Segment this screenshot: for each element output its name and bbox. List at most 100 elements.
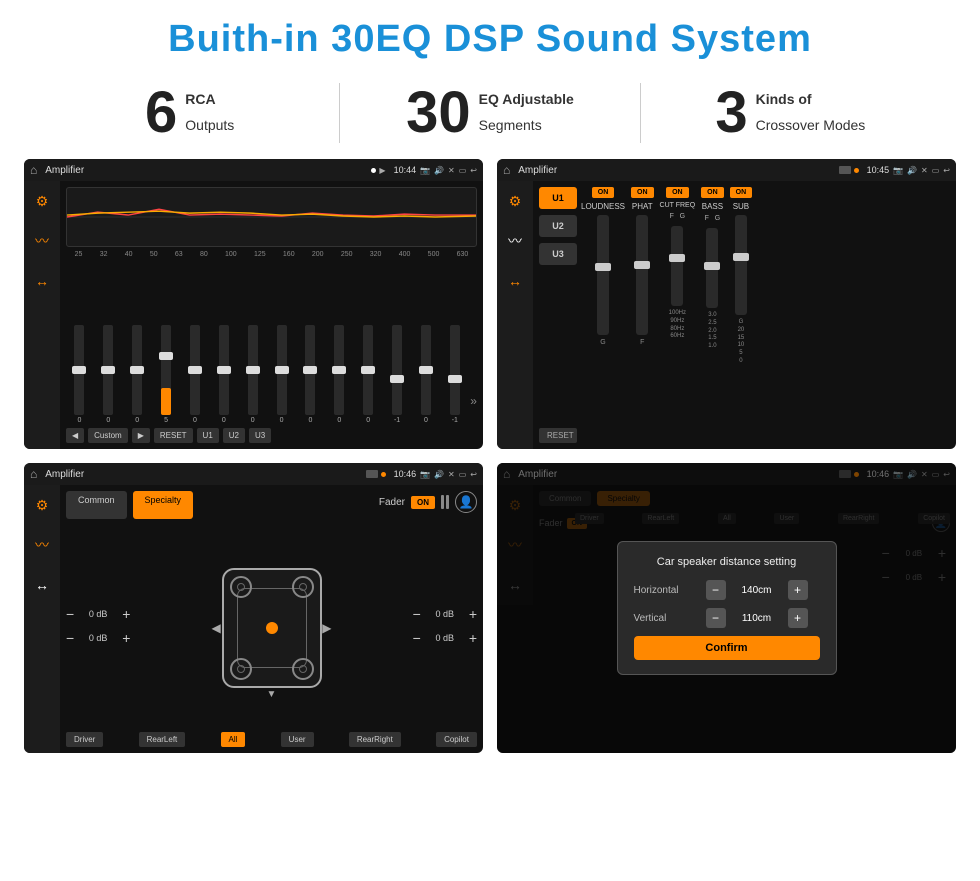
fader-nav-icon-1[interactable]: ⚙ xyxy=(30,493,54,517)
xo-on-phat[interactable]: ON xyxy=(631,187,654,198)
fader-on-badge[interactable]: ON xyxy=(411,496,435,509)
fader-profile-icon[interactable]: 👤 xyxy=(455,491,477,513)
expand-icon-col[interactable]: » xyxy=(470,394,477,424)
xo-ch-sub: ON SUB G20151050 xyxy=(730,187,753,443)
dialog-overlay: Car speaker distance setting Horizontal … xyxy=(497,463,956,753)
eq-slider-9[interactable]: 0 xyxy=(297,325,324,424)
distance-dialog: Car speaker distance setting Horizontal … xyxy=(617,541,837,675)
eq-u1-btn[interactable]: U1 xyxy=(197,428,219,443)
eq-u2-btn[interactable]: U2 xyxy=(223,428,245,443)
vertical-plus-btn[interactable]: + xyxy=(788,608,808,628)
xo-on-bass[interactable]: ON xyxy=(701,187,724,198)
stat-number-rca: 6 xyxy=(145,84,177,142)
expand-icon[interactable]: » xyxy=(470,394,477,408)
eq-slider-12[interactable]: -1 xyxy=(384,325,411,424)
db-plus-2[interactable]: + xyxy=(122,630,130,646)
arrow-left[interactable]: ◀ xyxy=(212,621,221,635)
eq-slider-10[interactable]: 0 xyxy=(326,325,353,424)
xo-ch-bass: ON BASS F G 3.02.52.01.51.0 xyxy=(701,187,724,443)
xo-home-icon[interactable]: ⌂ xyxy=(503,163,510,177)
confirm-button[interactable]: Confirm xyxy=(634,636,820,660)
db-plus-1[interactable]: + xyxy=(122,606,130,622)
fader-title: Amplifier xyxy=(45,469,361,480)
back-icon[interactable]: ↩ xyxy=(470,166,477,175)
prev-icon[interactable]: ◀ xyxy=(66,428,84,443)
xo-back-icon[interactable]: ↩ xyxy=(943,166,950,175)
xo-name-phat: PHAT xyxy=(632,202,653,211)
xo-fader-bass[interactable] xyxy=(706,228,718,308)
db-plus-4[interactable]: + xyxy=(469,630,477,646)
eq-slider-3[interactable]: 0 xyxy=(124,325,151,424)
btn-copilot[interactable]: Copilot xyxy=(436,732,477,747)
home-icon[interactable]: ⌂ xyxy=(30,163,37,177)
close-icon: ✕ xyxy=(448,166,455,175)
tab-common[interactable]: Common xyxy=(66,491,127,519)
xo-on-loudness[interactable]: ON xyxy=(592,187,615,198)
car-diagram: ◀ ▶ ▼ xyxy=(148,568,394,688)
eq-slider-14[interactable]: -1 xyxy=(441,325,468,424)
eq-reset-btn[interactable]: RESET xyxy=(154,428,193,443)
eq-slider-4[interactable]: 5 xyxy=(153,325,180,424)
db-control-4: − 0 dB + xyxy=(413,630,477,646)
eq-nav-icon-3[interactable]: ↔ xyxy=(30,269,54,293)
xo-fader-sub[interactable] xyxy=(735,215,747,315)
fader-nav-icon-2[interactable]: 〰 xyxy=(30,533,54,557)
fader-volume-icon: 🔊 xyxy=(434,470,444,479)
xo-u1-btn[interactable]: U1 xyxy=(539,187,577,209)
xo-fader-loudness[interactable] xyxy=(597,215,609,335)
eq-slider-11[interactable]: 0 xyxy=(355,325,382,424)
db-minus-2[interactable]: − xyxy=(66,630,74,646)
btn-rearleft[interactable]: RearLeft xyxy=(139,732,186,747)
db-minus-4[interactable]: − xyxy=(413,630,421,646)
eq-slider-5[interactable]: 0 xyxy=(182,325,209,424)
eq-slider-1[interactable]: 0 xyxy=(66,325,93,424)
xo-nav-icon-1[interactable]: ⚙ xyxy=(503,189,527,213)
horizontal-plus-btn[interactable]: + xyxy=(788,580,808,600)
db-plus-3[interactable]: + xyxy=(469,606,477,622)
fader-back-icon[interactable]: ↩ xyxy=(470,470,477,479)
xo-on-sub[interactable]: ON xyxy=(730,187,753,198)
next-icon[interactable]: ▶ xyxy=(132,428,150,443)
btn-all[interactable]: All xyxy=(221,732,246,747)
stat-number-eq: 30 xyxy=(406,84,471,142)
xo-fader-phat[interactable] xyxy=(636,215,648,335)
db-minus-3[interactable]: − xyxy=(413,606,421,622)
eq-slider-6[interactable]: 0 xyxy=(210,325,237,424)
fader-home-icon[interactable]: ⌂ xyxy=(30,467,37,481)
eq-slider-2[interactable]: 0 xyxy=(95,325,122,424)
btn-user[interactable]: User xyxy=(281,732,314,747)
xo-icon-sq xyxy=(839,166,851,174)
eq-u3-btn[interactable]: U3 xyxy=(249,428,271,443)
eq-nav-icon-1[interactable]: ⚙ xyxy=(30,189,54,213)
eq-slider-8[interactable]: 0 xyxy=(268,325,295,424)
tab-specialty[interactable]: Specialty xyxy=(133,491,194,519)
xo-u3-btn[interactable]: U3 xyxy=(539,243,577,265)
xo-name-cutfreq: CUT FREQ xyxy=(660,202,696,209)
eq-slider-13[interactable]: 0 xyxy=(413,325,440,424)
vertical-row: Vertical − 110cm + xyxy=(634,608,820,628)
arrow-down[interactable]: ▼ xyxy=(267,689,277,700)
fader-nav-icon-3[interactable]: ↔ xyxy=(30,573,54,597)
stat-rca: 6 RCA Outputs xyxy=(60,84,319,142)
vertical-minus-btn[interactable]: − xyxy=(706,608,726,628)
eq-preset-custom[interactable]: Custom xyxy=(88,428,128,443)
db-minus-1[interactable]: − xyxy=(66,606,74,622)
xo-on-cutfreq[interactable]: ON xyxy=(666,187,689,198)
xo-reset-btn[interactable]: RESET xyxy=(539,428,577,443)
xo-nav-icon-2[interactable]: 〰 xyxy=(503,229,527,253)
camera-icon: 📷 xyxy=(420,166,430,175)
xo-fader-cutfreq[interactable] xyxy=(671,226,683,306)
status-dot-white xyxy=(371,168,376,173)
volume-icon: 🔊 xyxy=(434,166,444,175)
arrow-right[interactable]: ▶ xyxy=(322,621,331,635)
horizontal-minus-btn[interactable]: − xyxy=(706,580,726,600)
btn-driver[interactable]: Driver xyxy=(66,732,103,747)
xo-u2-btn[interactable]: U2 xyxy=(539,215,577,237)
vertical-value: 110cm xyxy=(732,613,782,624)
btn-rearright[interactable]: RearRight xyxy=(349,732,401,747)
eq-slider-7[interactable]: 0 xyxy=(239,325,266,424)
speaker-br xyxy=(292,658,314,680)
xo-nav-icon-3[interactable]: ↔ xyxy=(503,269,527,293)
speaker-tl xyxy=(230,576,252,598)
eq-nav-icon-2[interactable]: 〰 xyxy=(30,229,54,253)
